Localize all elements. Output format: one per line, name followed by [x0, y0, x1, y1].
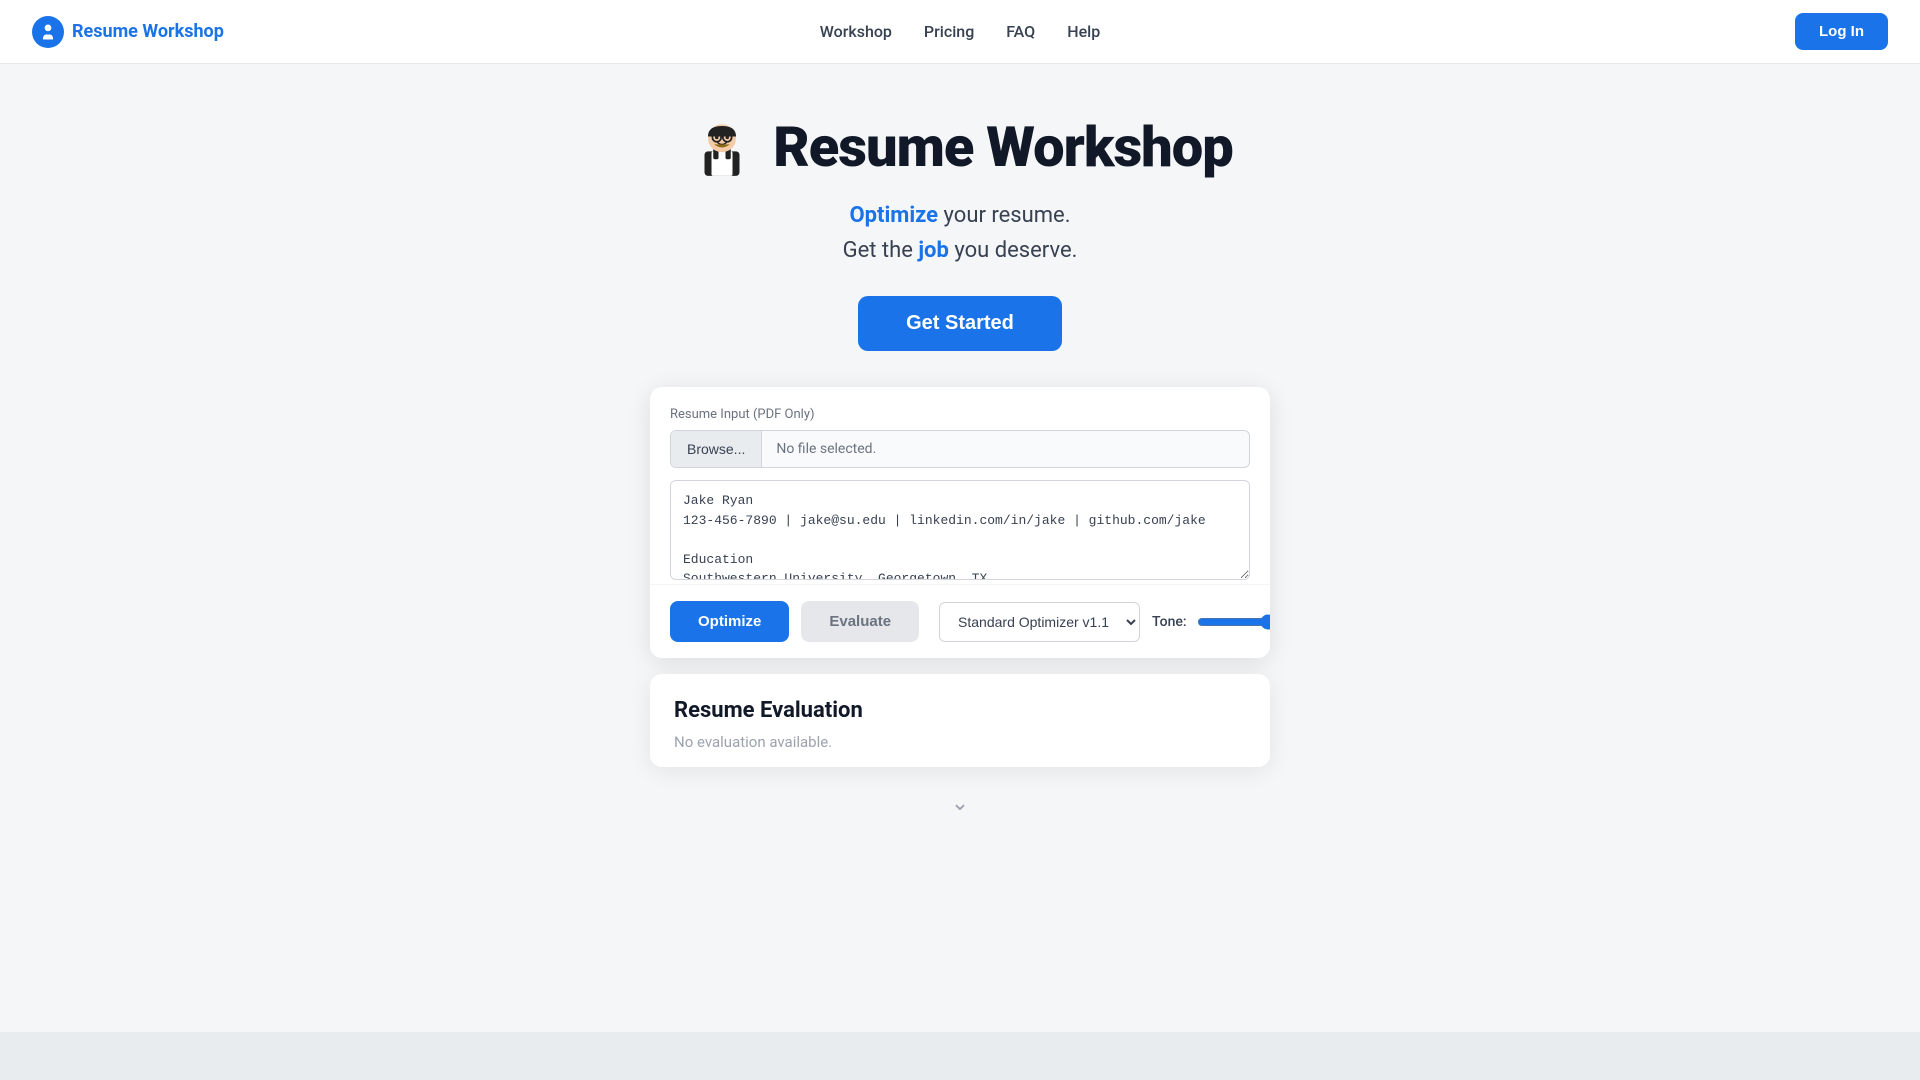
hero-title-row: Resume Workshop — [687, 112, 1233, 182]
tone-label: Tone: — [1152, 614, 1187, 630]
nav-item-workshop[interactable]: Workshop — [820, 22, 892, 41]
page-title: Resume Workshop — [773, 114, 1233, 180]
evaluation-empty-message: No evaluation available. — [674, 733, 1246, 751]
optimizer-select[interactable]: Standard Optimizer v1.1 — [939, 602, 1140, 642]
chevron-down-icon: ⌄ — [951, 791, 969, 816]
workshop-card: Resume Input (PDF Only) Browse... No fil… — [650, 387, 1270, 658]
resume-textarea[interactable] — [670, 480, 1250, 580]
optimize-button[interactable]: Optimize — [670, 601, 789, 642]
tone-row: Tone: — [1152, 614, 1270, 630]
hero-highlight-optimize: Optimize — [849, 203, 938, 228]
card-input-area: Resume Input (PDF Only) Browse... No fil… — [650, 387, 1270, 584]
evaluation-title: Resume Evaluation — [674, 698, 1246, 723]
navbar-nav: Workshop Pricing FAQ Help — [820, 22, 1100, 41]
brand-link[interactable]: Resume Workshop — [32, 16, 224, 48]
footer-strip — [0, 1032, 1920, 1080]
brand-icon — [32, 16, 64, 48]
file-input-row: Browse... No file selected. — [670, 430, 1250, 468]
scroll-hint: ⌄ — [951, 791, 969, 816]
file-name-display: No file selected. — [762, 431, 890, 467]
browse-button[interactable]: Browse... — [671, 431, 762, 467]
navbar-actions: Log In — [1795, 13, 1888, 50]
nav-item-help[interactable]: Help — [1067, 22, 1100, 41]
card-actions: Optimize Evaluate Standard Optimizer v1.… — [650, 584, 1270, 658]
tone-slider[interactable] — [1197, 614, 1270, 630]
navbar: Resume Workshop Workshop Pricing FAQ Hel… — [0, 0, 1920, 64]
get-started-button[interactable]: Get Started — [858, 296, 1062, 351]
login-button[interactable]: Log In — [1795, 13, 1888, 50]
hero-subtitle: Optimize your resume. Get the job you de… — [843, 198, 1078, 268]
hero-mascot-icon — [687, 112, 757, 182]
file-input-label: Resume Input (PDF Only) — [670, 407, 1250, 422]
hero-section: Resume Workshop Optimize your resume. Ge… — [0, 64, 1920, 848]
evaluation-section: Resume Evaluation No evaluation availabl… — [650, 674, 1270, 767]
nav-item-faq[interactable]: FAQ — [1006, 22, 1035, 41]
evaluate-button[interactable]: Evaluate — [801, 601, 919, 642]
nav-item-pricing[interactable]: Pricing — [924, 22, 974, 41]
brand-label: Resume Workshop — [72, 21, 224, 42]
